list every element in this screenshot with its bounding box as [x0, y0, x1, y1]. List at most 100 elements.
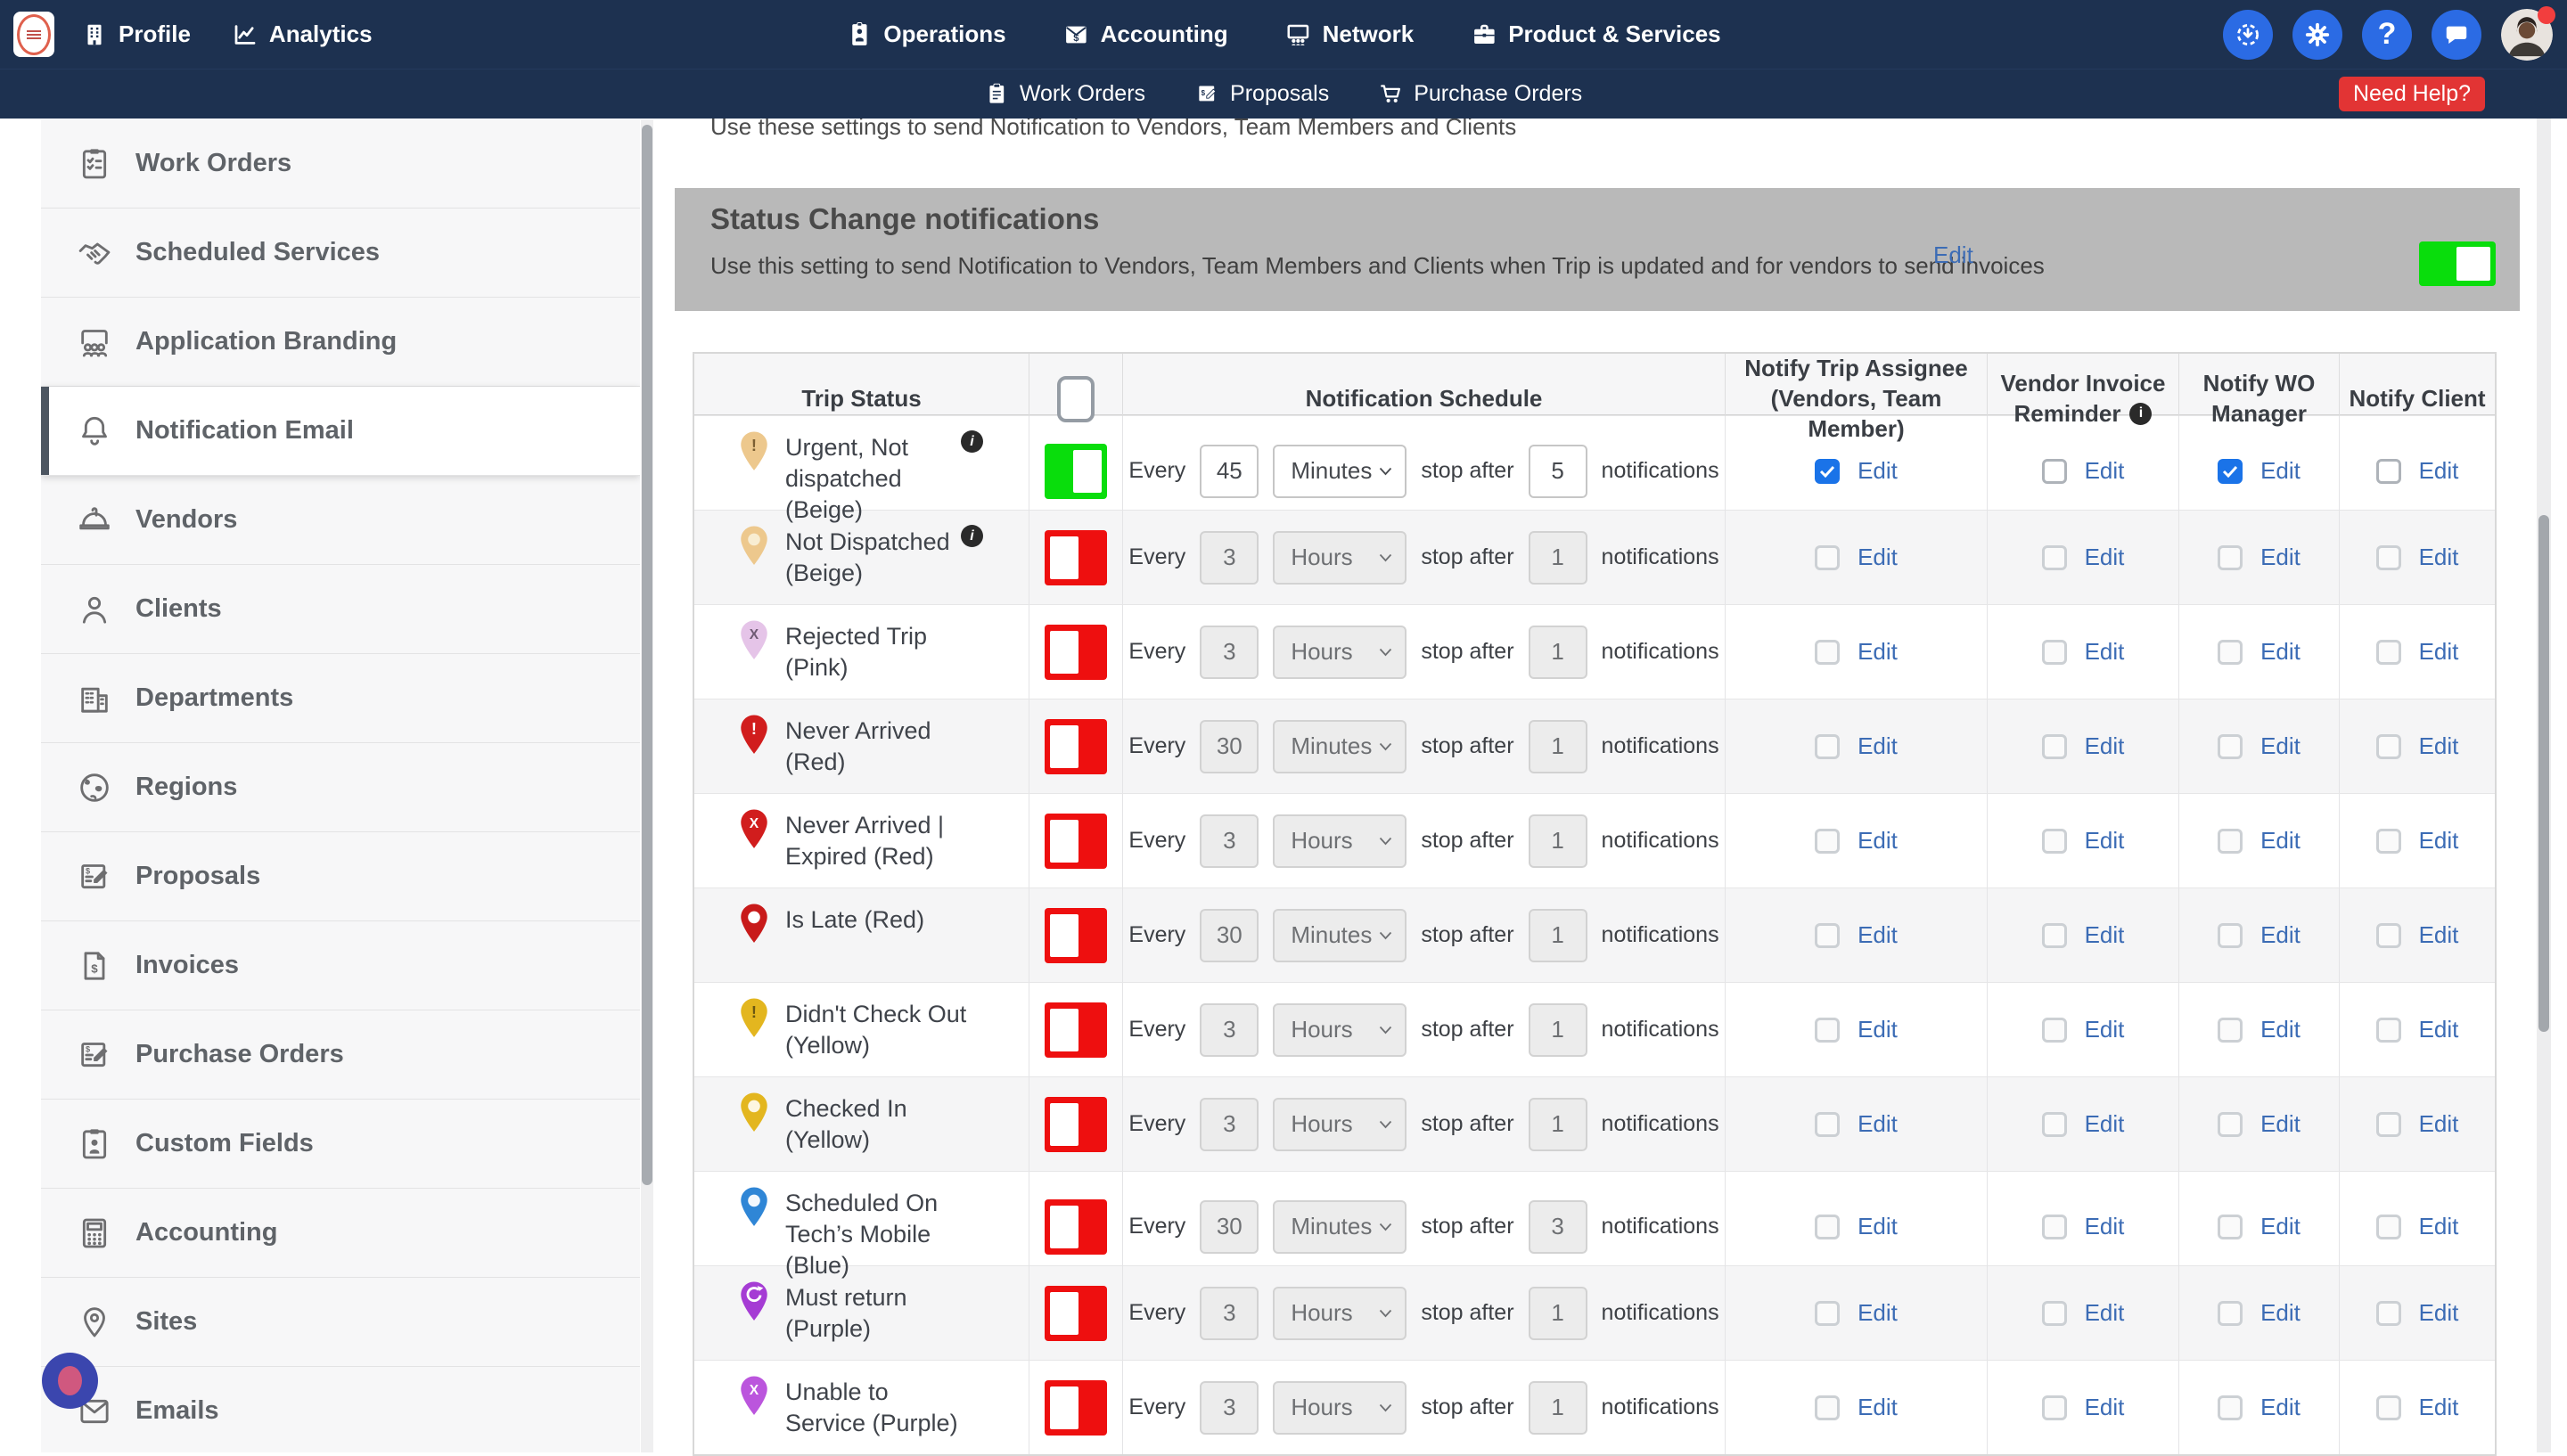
- notify-wo-manager-checkbox[interactable]: [2218, 733, 2243, 759]
- notify-assignee-edit-link[interactable]: Edit: [1858, 1213, 1898, 1240]
- vendor-invoice-reminder-checkbox[interactable]: [2041, 922, 2067, 948]
- notify-assignee-edit-link[interactable]: Edit: [1858, 1110, 1898, 1138]
- notify-wo-manager-edit-link[interactable]: Edit: [2260, 1016, 2300, 1043]
- interval-unit-select[interactable]: Hours: [1273, 1380, 1407, 1435]
- notify-wo-manager-edit-link[interactable]: Edit: [2260, 457, 2300, 485]
- notify-wo-manager-edit-link[interactable]: Edit: [2260, 921, 2300, 949]
- notify-assignee-checkbox[interactable]: [1815, 1017, 1841, 1043]
- notify-client-checkbox[interactable]: [2375, 733, 2401, 759]
- stop-after-input[interactable]: 5: [1528, 444, 1587, 498]
- vendor-invoice-reminder-edit-link[interactable]: Edit: [2085, 1213, 2125, 1240]
- nav-item-proposals[interactable]: $ Proposals: [1195, 81, 1329, 107]
- notify-assignee-checkbox[interactable]: [1815, 828, 1841, 854]
- nav-item-analytics[interactable]: Analytics: [232, 20, 373, 48]
- interval-unit-select[interactable]: Minutes: [1273, 444, 1407, 498]
- interval-input[interactable]: 3: [1200, 814, 1259, 868]
- stop-after-input[interactable]: 1: [1528, 1380, 1587, 1435]
- notify-client-checkbox[interactable]: [2375, 1111, 2401, 1137]
- stop-after-input[interactable]: 1: [1528, 1002, 1587, 1057]
- notify-assignee-checkbox[interactable]: [1815, 544, 1841, 570]
- interval-input[interactable]: 30: [1200, 908, 1259, 962]
- nav-item-operations[interactable]: Operations: [846, 20, 1006, 48]
- vendor-invoice-reminder-checkbox[interactable]: [2041, 1395, 2067, 1420]
- sidebar-item-vendors[interactable]: Vendors: [41, 476, 640, 565]
- status-notification-toggle[interactable]: [1045, 813, 1107, 869]
- sidebar-scrollbar-thumb[interactable]: [642, 125, 652, 1185]
- notify-assignee-checkbox[interactable]: [1815, 1214, 1841, 1239]
- notify-client-edit-link[interactable]: Edit: [2419, 1016, 2459, 1043]
- floating-widget-button[interactable]: [42, 1353, 98, 1409]
- interval-unit-select[interactable]: Hours: [1273, 625, 1407, 679]
- stop-after-input[interactable]: 3: [1528, 1199, 1587, 1254]
- sidebar-item-clients[interactable]: Clients: [41, 565, 640, 654]
- notify-assignee-checkbox[interactable]: [1815, 1395, 1841, 1420]
- notify-client-edit-link[interactable]: Edit: [2419, 1394, 2459, 1421]
- info-icon[interactable]: i: [961, 430, 983, 453]
- notify-assignee-edit-link[interactable]: Edit: [1858, 1299, 1898, 1327]
- interval-input[interactable]: 3: [1200, 1097, 1259, 1151]
- need-help-button[interactable]: Need Help?: [2338, 77, 2485, 111]
- stop-after-input[interactable]: 1: [1528, 625, 1587, 679]
- notify-assignee-checkbox[interactable]: [1815, 639, 1841, 665]
- notify-client-checkbox[interactable]: [2375, 828, 2401, 854]
- notify-wo-manager-edit-link[interactable]: Edit: [2260, 1213, 2300, 1240]
- user-avatar[interactable]: [2501, 5, 2555, 61]
- vendor-invoice-reminder-edit-link[interactable]: Edit: [2085, 1110, 2125, 1138]
- interval-input[interactable]: 3: [1200, 625, 1259, 679]
- notify-client-checkbox[interactable]: [2375, 1017, 2401, 1043]
- status-notification-toggle[interactable]: [1045, 1096, 1107, 1152]
- sidebar-item-sites[interactable]: Sites: [41, 1278, 640, 1367]
- notify-wo-manager-edit-link[interactable]: Edit: [2260, 544, 2300, 571]
- sidebar-item-regions[interactable]: Regions: [41, 743, 640, 832]
- notify-wo-manager-edit-link[interactable]: Edit: [2260, 1299, 2300, 1327]
- notify-wo-manager-checkbox[interactable]: [2218, 639, 2243, 665]
- notify-wo-manager-checkbox[interactable]: [2218, 544, 2243, 570]
- sidebar-item-accounting[interactable]: Accounting: [41, 1189, 640, 1278]
- stop-after-input[interactable]: 1: [1528, 908, 1587, 962]
- interval-unit-select[interactable]: Minutes: [1273, 908, 1407, 962]
- vendor-invoice-reminder-edit-link[interactable]: Edit: [2085, 827, 2125, 855]
- notify-client-edit-link[interactable]: Edit: [2419, 638, 2459, 666]
- notify-client-edit-link[interactable]: Edit: [2419, 1213, 2459, 1240]
- interval-input[interactable]: 30: [1200, 719, 1259, 773]
- notify-wo-manager-checkbox[interactable]: [2218, 1214, 2243, 1239]
- nav-item-purchase-orders[interactable]: Purchase Orders: [1379, 81, 1582, 107]
- master-checkbox[interactable]: [1057, 375, 1095, 422]
- notify-client-checkbox[interactable]: [2375, 1300, 2401, 1326]
- notify-wo-manager-checkbox[interactable]: [2218, 1111, 2243, 1137]
- vendor-invoice-reminder-edit-link[interactable]: Edit: [2085, 544, 2125, 571]
- sidebar-item-notification-email[interactable]: Notification Email: [41, 387, 640, 476]
- notify-assignee-edit-link[interactable]: Edit: [1858, 457, 1898, 485]
- notify-client-checkbox[interactable]: [2375, 458, 2401, 484]
- vendor-invoice-reminder-checkbox[interactable]: [2041, 1300, 2067, 1326]
- notify-assignee-edit-link[interactable]: Edit: [1858, 827, 1898, 855]
- interval-input[interactable]: 3: [1200, 1002, 1259, 1057]
- notify-assignee-checkbox[interactable]: [1815, 1300, 1841, 1326]
- notify-assignee-checkbox[interactable]: [1815, 1111, 1841, 1137]
- status-change-master-toggle[interactable]: [2419, 241, 2496, 286]
- status-notification-toggle[interactable]: [1045, 443, 1107, 499]
- stop-after-input[interactable]: 1: [1528, 1286, 1587, 1340]
- vendor-invoice-reminder-edit-link[interactable]: Edit: [2085, 921, 2125, 949]
- notify-wo-manager-edit-link[interactable]: Edit: [2260, 1110, 2300, 1138]
- notify-wo-manager-edit-link[interactable]: Edit: [2260, 827, 2300, 855]
- sidebar-item-custom-fields[interactable]: Custom Fields: [41, 1100, 640, 1189]
- notify-wo-manager-checkbox[interactable]: [2218, 1017, 2243, 1043]
- interval-unit-select[interactable]: Hours: [1273, 814, 1407, 868]
- notify-assignee-checkbox[interactable]: [1815, 733, 1841, 759]
- interval-unit-select[interactable]: Hours: [1273, 1286, 1407, 1340]
- status-notification-toggle[interactable]: [1045, 1198, 1107, 1255]
- vendor-invoice-reminder-edit-link[interactable]: Edit: [2085, 457, 2125, 485]
- notify-client-checkbox[interactable]: [2375, 544, 2401, 570]
- nav-item-profile[interactable]: Profile: [81, 20, 191, 48]
- sidebar-item-purchase-orders[interactable]: $ Purchase Orders: [41, 1010, 640, 1100]
- history-button[interactable]: [2223, 9, 2273, 60]
- vendor-invoice-reminder-checkbox[interactable]: [2041, 544, 2067, 570]
- interval-unit-select[interactable]: Hours: [1273, 1097, 1407, 1151]
- interval-input[interactable]: 45: [1200, 444, 1259, 498]
- sidebar-item-application-branding[interactable]: Application Branding: [41, 298, 640, 387]
- app-logo[interactable]: [13, 12, 54, 57]
- notify-client-edit-link[interactable]: Edit: [2419, 1299, 2459, 1327]
- chat-button[interactable]: [2432, 9, 2481, 60]
- vendor-invoice-reminder-checkbox[interactable]: [2041, 828, 2067, 854]
